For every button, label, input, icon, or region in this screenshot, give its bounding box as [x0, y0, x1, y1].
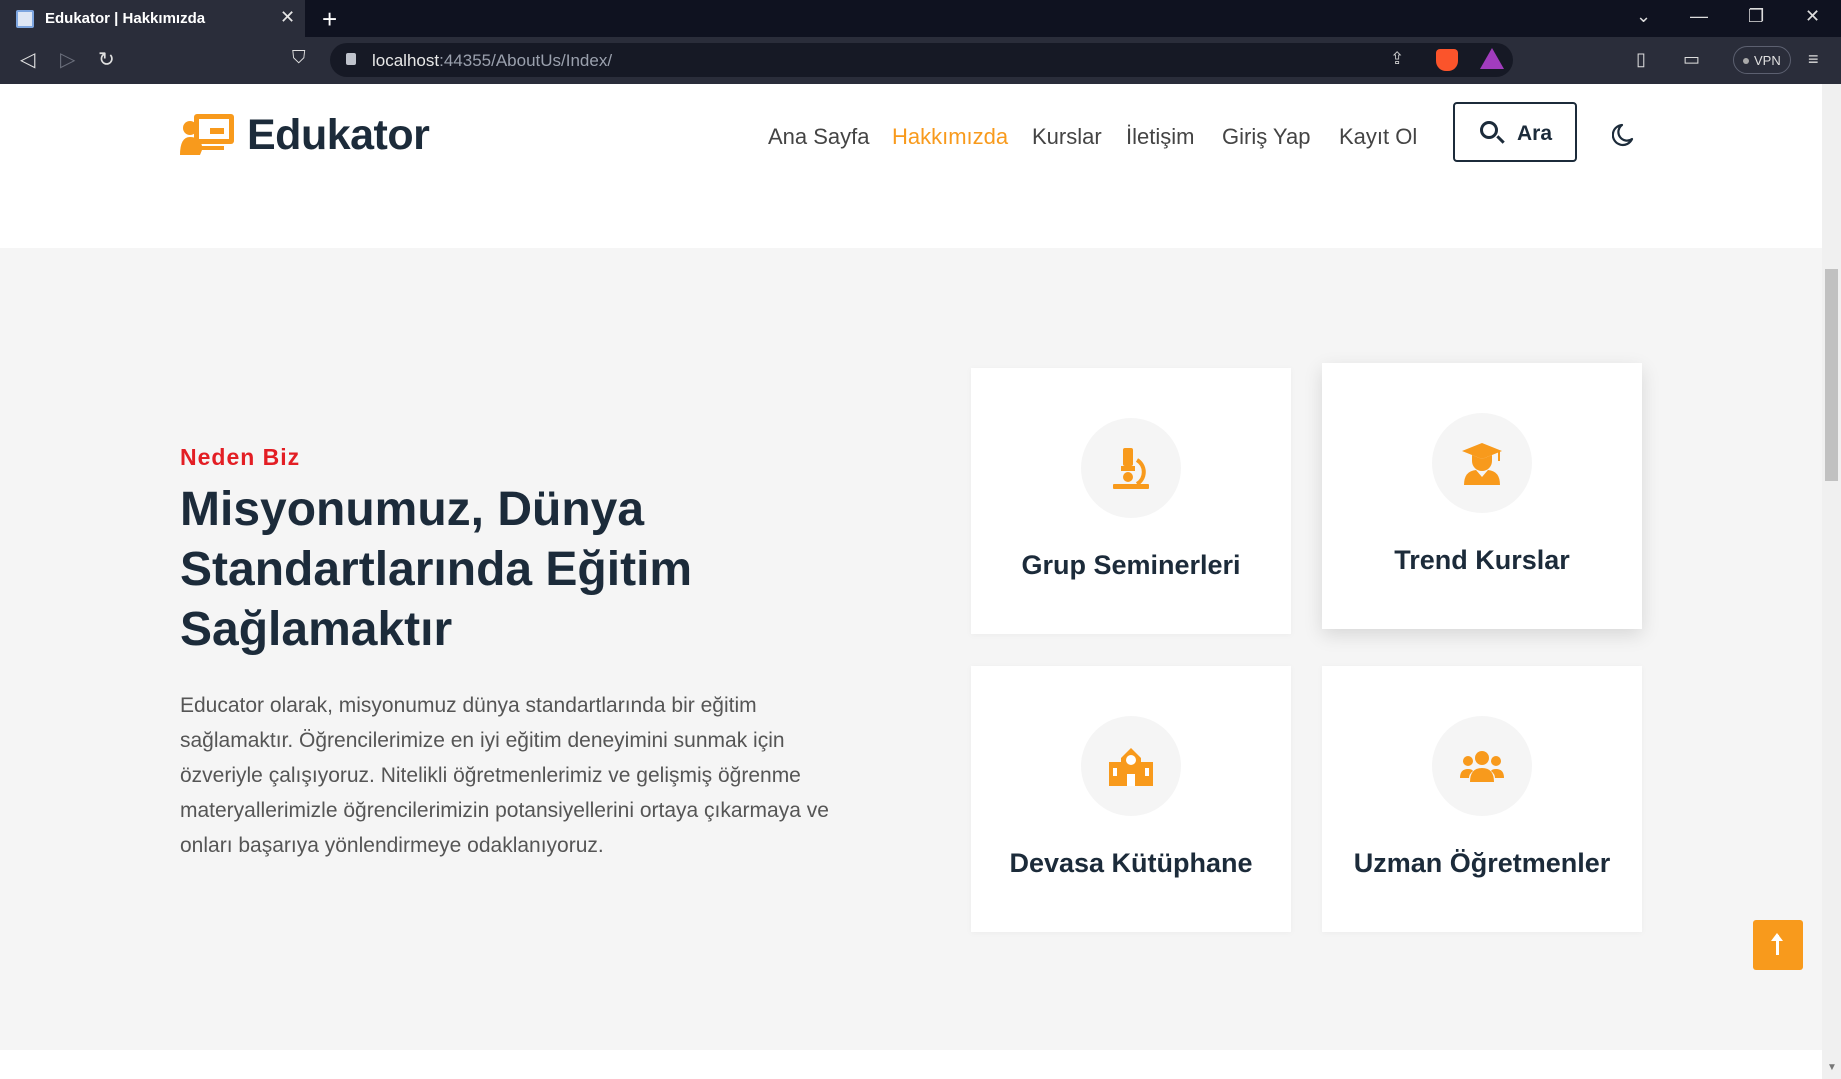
nav-login[interactable]: Giriş Yap: [1222, 124, 1310, 150]
site-header: Edukator Ana Sayfa Hakkımızda Kurslar İl…: [0, 84, 1822, 184]
back-icon[interactable]: ◁: [20, 47, 35, 72]
nav-courses[interactable]: Kurslar: [1032, 124, 1102, 150]
wallet-icon[interactable]: ▭: [1683, 49, 1700, 70]
forward-icon[interactable]: ▷: [60, 47, 75, 72]
url-host: localhost: [372, 51, 440, 70]
header-spacer: [0, 184, 1822, 248]
page-favicon-icon: [16, 10, 34, 28]
search-button[interactable]: Ara: [1453, 102, 1577, 162]
menu-icon[interactable]: ≡: [1808, 49, 1819, 70]
section-eyebrow: Neden Biz: [180, 444, 301, 470]
browser-tab[interactable]: Edukator | Hakkımızda ✕: [0, 0, 305, 37]
feature-card-trend-courses[interactable]: Trend Kurslar: [1322, 363, 1642, 629]
school-icon: [1109, 748, 1153, 786]
close-window-icon[interactable]: ✕: [1805, 6, 1820, 27]
logo-icon: [180, 114, 234, 155]
restore-icon[interactable]: ❐: [1748, 6, 1764, 27]
back-to-top-button[interactable]: [1753, 920, 1803, 970]
brand-name: Edukator: [247, 111, 430, 159]
new-tab-icon[interactable]: +: [322, 4, 337, 35]
nav-register[interactable]: Kayıt Ol: [1339, 124, 1417, 150]
nav-about[interactable]: Hakkımızda: [892, 124, 1008, 150]
scroll-down-icon[interactable]: ▼: [1827, 1062, 1837, 1073]
search-icon: [1480, 121, 1498, 139]
share-icon[interactable]: ⇪: [1390, 49, 1404, 69]
feature-label: Grup Seminerleri: [1021, 550, 1241, 580]
close-tab-icon[interactable]: ✕: [280, 7, 295, 28]
reload-icon[interactable]: ↻: [98, 47, 115, 72]
nav-home[interactable]: Ana Sayfa: [768, 124, 870, 150]
feature-label: Devasa Kütüphane: [1009, 848, 1253, 878]
feature-icon-circle: [1081, 716, 1181, 816]
next-section-edge: [0, 1050, 1822, 1079]
users-icon: [1460, 751, 1504, 782]
minimize-icon[interactable]: —: [1690, 6, 1708, 27]
feature-label: Trend Kurslar: [1394, 545, 1570, 575]
browser-toolbar: ◁ ▷ ↻ ⛉ localhost:44355/AboutUs/Index/ ⇪…: [0, 37, 1841, 84]
scrollbar-thumb[interactable]: [1825, 269, 1838, 481]
page-viewport: Edukator Ana Sayfa Hakkımızda Kurslar İl…: [0, 84, 1822, 1079]
tab-list-chevron-icon[interactable]: ⌄: [1636, 6, 1651, 27]
tab-title: Edukator | Hakkımızda: [45, 10, 206, 27]
moon-icon[interactable]: [1612, 122, 1638, 148]
section-description: Educator olarak, misyonumuz dünya standa…: [180, 694, 829, 857]
bookmark-icon[interactable]: ⛉: [292, 47, 306, 68]
feature-label: Uzman Öğretmenler: [1353, 848, 1611, 878]
graduate-icon: [1462, 443, 1502, 485]
feature-card-group-seminars[interactable]: Grup Seminerleri: [971, 368, 1291, 634]
brave-shields-icon[interactable]: [1436, 49, 1458, 71]
feature-card-huge-library[interactable]: Devasa Kütüphane: [971, 666, 1291, 932]
url-path: :44355/AboutUs/Index/: [439, 51, 613, 70]
feature-card-expert-teachers[interactable]: Uzman Öğretmenler: [1322, 666, 1642, 932]
feature-icon-circle: [1432, 413, 1532, 513]
nav-contact[interactable]: İletişim: [1126, 124, 1194, 150]
feature-icon-circle: [1081, 418, 1181, 518]
url-text[interactable]: localhost:44355/AboutUs/Index/: [372, 51, 612, 71]
lock-icon: [346, 53, 356, 65]
sidebar-icon[interactable]: ▯: [1636, 49, 1646, 70]
microscope-icon: [1113, 448, 1149, 489]
section-headline: Misyonumuz, Dünya Standartlarında Eğitim…: [180, 483, 693, 656]
brave-rewards-icon[interactable]: [1480, 48, 1504, 69]
address-bar[interactable]: localhost:44355/AboutUs/Index/ ⇪: [330, 43, 1513, 77]
browser-tabbar: Edukator | Hakkımızda ✕ + ⌄ — ❐ ✕: [0, 0, 1841, 37]
page-scrollbar[interactable]: ▼: [1822, 84, 1841, 1079]
feature-icon-circle: [1432, 716, 1532, 816]
vpn-button[interactable]: VPN: [1733, 46, 1791, 74]
search-button-label: Ara: [1517, 122, 1553, 145]
